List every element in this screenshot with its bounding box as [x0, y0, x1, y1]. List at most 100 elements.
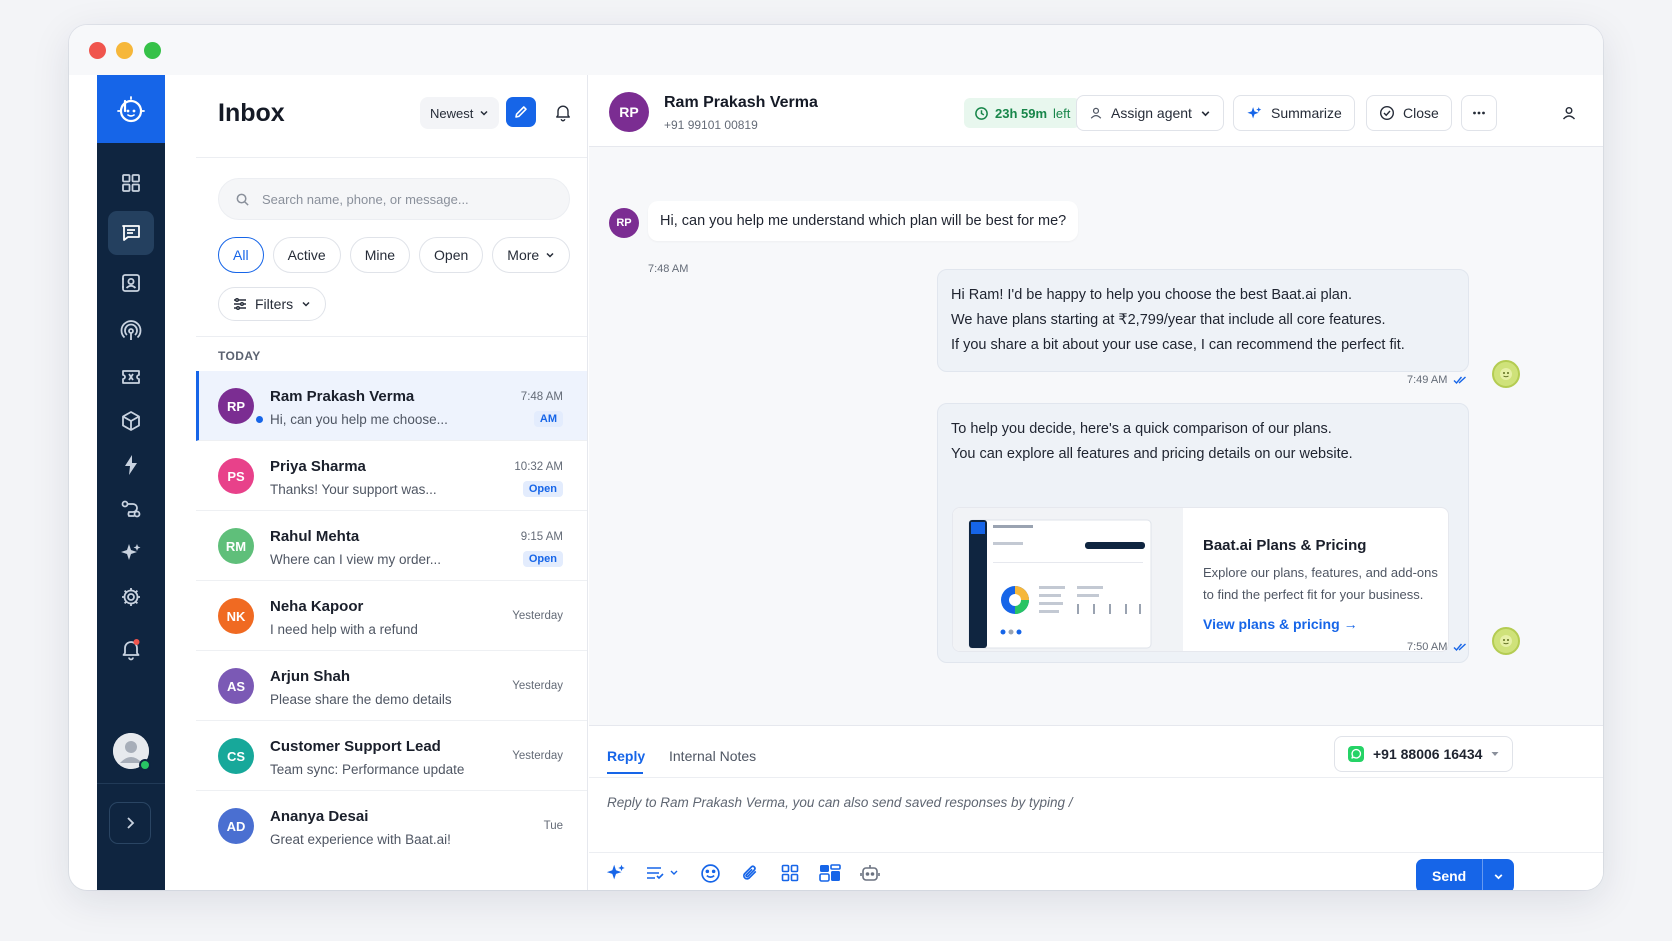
- ai-assist-button[interactable]: [603, 860, 629, 886]
- filters-button[interactable]: Filters: [218, 287, 327, 321]
- rail-contacts[interactable]: [108, 261, 154, 305]
- grid-icon: [122, 174, 140, 192]
- avatar: AS: [218, 668, 254, 704]
- brand-logo[interactable]: [97, 75, 165, 143]
- compose-button[interactable]: [506, 97, 536, 127]
- robot-icon: [860, 865, 880, 881]
- tab-internal-notes[interactable]: Internal Notes: [669, 748, 756, 764]
- inbox-panel: Inbox Newest All Active Mine Open More: [196, 75, 588, 890]
- search-box[interactable]: [218, 178, 570, 220]
- brand-logo-icon: [117, 96, 145, 123]
- maximize-window-button[interactable]: [144, 42, 161, 59]
- link-preview-card[interactable]: Baat.ai Plans & Pricing Explore our plan…: [952, 507, 1449, 652]
- close-conversation-button[interactable]: Close: [1366, 95, 1452, 131]
- conversation-time: 10:32 AM: [514, 461, 563, 473]
- summarize-button[interactable]: Summarize: [1233, 95, 1355, 131]
- filters-divider: [196, 336, 587, 337]
- status-badge: Open: [522, 481, 563, 497]
- toolbar-divider: [589, 852, 1603, 853]
- arrow-right-icon: →: [1343, 616, 1358, 632]
- conversation-item[interactable]: AS Arjun Shah Please share the demo deta…: [196, 651, 587, 721]
- timer-value: 23h 59m: [995, 105, 1048, 121]
- send-button[interactable]: Send: [1416, 868, 1482, 884]
- card-thumbnail: [953, 508, 1183, 651]
- bell-icon: [556, 105, 570, 122]
- conversation-item[interactable]: RM Rahul Mehta Where can I view my order…: [196, 511, 587, 581]
- session-timer: 23h 59m left: [964, 98, 1081, 128]
- message-time: 7:50 AM: [1407, 641, 1448, 653]
- channel-number-dropdown[interactable]: +91 88006 16434: [1334, 736, 1514, 772]
- rail-broadcast[interactable]: [108, 309, 154, 353]
- chip-open[interactable]: Open: [419, 237, 484, 273]
- summarize-label: Summarize: [1271, 105, 1342, 121]
- rail-flows[interactable]: [108, 487, 154, 531]
- conversation-preview: Team sync: Performance update: [270, 762, 465, 777]
- attach-button[interactable]: [737, 860, 763, 886]
- sort-label: Newest: [430, 105, 474, 121]
- message-time: 7:49 AM: [1407, 374, 1448, 386]
- rail-inbox[interactable]: [108, 211, 154, 255]
- rail-settings[interactable]: [108, 575, 154, 619]
- chip-label: All: [233, 247, 249, 263]
- text-format-button[interactable]: [643, 860, 683, 886]
- expand-sidebar-button[interactable]: [109, 802, 151, 844]
- conversation-item[interactable]: PS Priya Sharma Thanks! Your support was…: [196, 441, 587, 511]
- search-icon: [236, 193, 249, 206]
- chip-more[interactable]: More: [492, 237, 571, 273]
- avatar: AD: [218, 808, 254, 844]
- send-options-button[interactable]: [1482, 859, 1514, 890]
- contact-avatar[interactable]: RP: [609, 92, 649, 132]
- message-line: You can explore all features and pricing…: [951, 446, 1353, 462]
- view-plans-link[interactable]: View plans & pricing →: [1203, 616, 1358, 632]
- contact-name[interactable]: Ram Prakash Verma: [664, 94, 818, 112]
- bot-button[interactable]: [857, 860, 883, 886]
- templates-button[interactable]: [777, 860, 803, 886]
- double-check-icon: [1453, 643, 1467, 652]
- emoji-button[interactable]: [697, 860, 723, 886]
- check-circle-icon: [1379, 105, 1395, 121]
- rail-catalog[interactable]: [108, 399, 154, 443]
- close-window-button[interactable]: [89, 42, 106, 59]
- sliders-icon: [234, 298, 246, 310]
- filter-chips: All Active Mine Open More: [218, 237, 571, 273]
- chip-all[interactable]: All: [218, 237, 264, 273]
- conversation-item[interactable]: RP Ram Prakash Verma Hi, can you help me…: [196, 371, 587, 441]
- more-options-button[interactable]: [1461, 95, 1497, 131]
- search-input[interactable]: [262, 191, 552, 207]
- conversation-item[interactable]: CS Customer Support Lead Team sync: Perf…: [196, 721, 587, 791]
- sort-dropdown[interactable]: Newest: [420, 97, 500, 129]
- reply-input[interactable]: [607, 790, 1567, 814]
- assign-agent-button[interactable]: Assign agent: [1076, 95, 1224, 131]
- rail-ai[interactable]: [108, 531, 154, 575]
- chat-panel: RP Ram Prakash Verma +91 99101 00819 23h…: [589, 75, 1603, 890]
- filters-label: Filters: [255, 296, 294, 312]
- conversation-item[interactable]: NK Neha Kapoor I need help with a refund…: [196, 581, 587, 651]
- rail-notifications[interactable]: [108, 627, 154, 671]
- minimize-window-button[interactable]: [116, 42, 133, 59]
- rail-tickets[interactable]: [108, 355, 154, 399]
- rail-dashboard[interactable]: [108, 161, 154, 205]
- status-badge: Open: [522, 551, 563, 567]
- chevron-down-icon: [546, 252, 554, 258]
- avatar: RM: [218, 528, 254, 564]
- chip-active[interactable]: Active: [272, 237, 341, 273]
- inbox-notifications-button[interactable]: [548, 97, 578, 127]
- layout-blocks-icon: [819, 864, 841, 882]
- conversation-time: Tue: [543, 820, 563, 832]
- conversation-time: Yesterday: [512, 610, 563, 622]
- interactive-message-button[interactable]: [817, 860, 843, 886]
- send-button-group: Send: [1416, 859, 1515, 890]
- tab-reply[interactable]: Reply: [607, 748, 645, 764]
- rail-automations[interactable]: [108, 443, 154, 487]
- avatar: CS: [218, 738, 254, 774]
- conversation-time: Yesterday: [512, 680, 563, 692]
- chip-label: Mine: [364, 247, 396, 263]
- message-time-row: 7:49 AM: [1407, 374, 1467, 386]
- contact-profile-button[interactable]: [1557, 101, 1581, 125]
- reply-composer: Reply Internal Notes +91 88006 16434 Rep…: [589, 725, 1603, 890]
- conversation-item[interactable]: AD Ananya Desai Great experience with Ba…: [196, 791, 587, 861]
- title-bar: [69, 25, 1603, 75]
- pencil-icon: [515, 106, 527, 118]
- chip-mine[interactable]: Mine: [349, 237, 411, 273]
- user-avatar[interactable]: [113, 733, 151, 771]
